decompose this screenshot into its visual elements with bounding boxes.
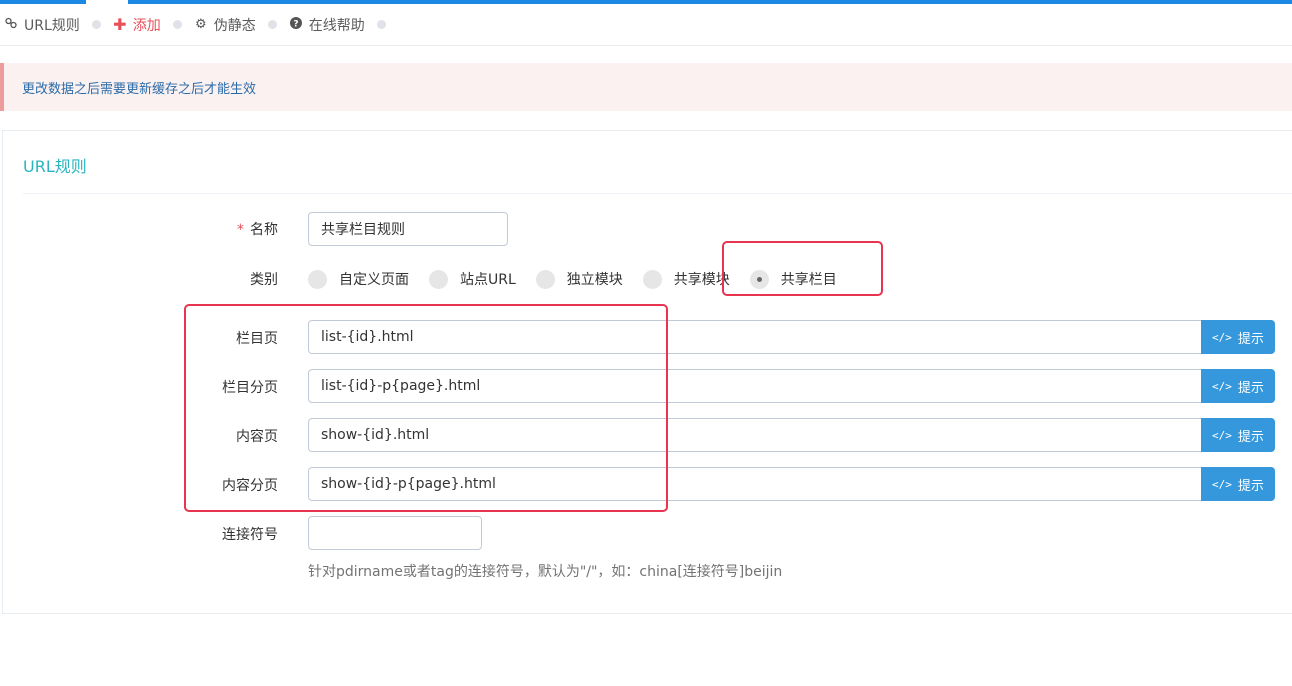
question-circle-icon: ? [289, 16, 303, 33]
nav-item-online-help[interactable]: ? 在线帮助 [289, 15, 365, 35]
link-icon [4, 17, 18, 33]
column-pagination-tip-button[interactable]: </> 提示 [1201, 369, 1275, 403]
nav-separator-dot [91, 20, 101, 29]
content-page-label: 内容页 [236, 429, 278, 445]
nav-item-url-rules[interactable]: URL规则 [4, 15, 80, 35]
content-pagination-label: 内容分页 [222, 478, 278, 494]
nav-label: 添加 [132, 17, 161, 34]
radio-shared-column[interactable]: 共享栏目 [749, 269, 837, 289]
gear-icon: ⚙ [194, 17, 207, 32]
type-radio-group: 自定义页面 站点URL 独立模块 共享模块 共享栏目 [308, 267, 857, 291]
radio-standalone-module[interactable]: 独立模块 [535, 269, 623, 289]
content-pagination-input[interactable]: show-{id}-p{page}.html [308, 467, 1202, 501]
radio-circle [535, 269, 555, 289]
radio-circle [429, 269, 448, 289]
connector-help-text: 针对pdirname或者tag的连接符号，默认为"/"，如：china[连接符号… [308, 564, 783, 580]
radio-site-url[interactable]: 站点URL [429, 269, 516, 289]
type-label: 类别 [250, 272, 278, 288]
column-page-input[interactable]: list-{id}.html [308, 320, 1202, 354]
nav-separator-dot [172, 20, 182, 29]
content-pagination-tip-button[interactable]: </> 提示 [1201, 467, 1275, 501]
nav-separator-dot [376, 20, 386, 29]
column-pagination-input[interactable]: list-{id}-p{page}.html [308, 369, 1202, 403]
plus-icon: ✚ [113, 15, 127, 34]
panel-divider [23, 193, 1292, 194]
column-page-tip-button[interactable]: </> 提示 [1201, 320, 1275, 354]
nav-label: 在线帮助 [308, 17, 365, 34]
nav-separator-dot [267, 20, 277, 29]
top-nav: URL规则 ✚ 添加 ⚙ 伪静态 ? 在线帮助 [0, 4, 1292, 46]
column-page-label: 栏目页 [236, 331, 278, 347]
code-icon: </> [1212, 428, 1232, 442]
radio-custom-page[interactable]: 自定义页面 [308, 269, 409, 289]
code-icon: </> [1212, 330, 1232, 344]
connector-label: 连接符号 [222, 527, 278, 543]
content-page-tip-button[interactable]: </> 提示 [1201, 418, 1275, 452]
svg-text:?: ? [293, 19, 298, 29]
nav-label: URL规则 [24, 17, 80, 34]
radio-shared-module[interactable]: 共享模块 [642, 269, 730, 289]
code-icon: </> [1212, 379, 1232, 393]
required-mark: * [237, 222, 244, 238]
nav-item-pseudo-static[interactable]: ⚙ 伪静态 [194, 15, 256, 35]
radio-circle [308, 269, 327, 289]
nav-item-add[interactable]: ✚ 添加 [113, 15, 161, 35]
alert-text: 更改数据之后需要更新缓存之后才能生效 [22, 81, 257, 97]
nav-label: 伪静态 [213, 17, 256, 34]
name-input[interactable]: 共享栏目规则 [308, 212, 508, 246]
cache-notice-alert: 更改数据之后需要更新缓存之后才能生效 [0, 63, 1292, 111]
radio-circle [642, 269, 662, 289]
code-icon: </> [1212, 477, 1232, 491]
radio-circle-checked [749, 269, 769, 289]
panel-title: URL规则 [23, 157, 87, 176]
content-page-input[interactable]: show-{id}.html [308, 418, 1202, 452]
connector-input[interactable] [308, 516, 482, 550]
name-label: * 名称 [237, 222, 278, 238]
column-pagination-label: 栏目分页 [222, 380, 278, 396]
